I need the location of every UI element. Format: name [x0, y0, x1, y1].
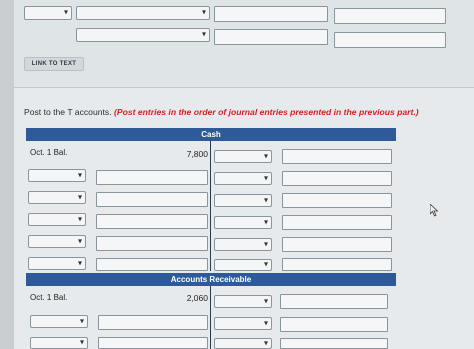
- link-to-text-button[interactable]: LINK TO TEXT: [24, 57, 84, 71]
- chevron-down-icon: ▾: [79, 337, 84, 347]
- chevron-down-icon: ▾: [263, 296, 268, 306]
- chevron-down-icon: ▾: [263, 151, 268, 161]
- credit-amount-input[interactable]: [282, 237, 392, 252]
- t-account-title: Cash: [201, 130, 221, 139]
- credit-select[interactable]: ▾: [214, 150, 272, 163]
- opening-balance-label: Oct. 1 Bal.: [30, 293, 68, 302]
- debit-select[interactable]: ▾: [28, 213, 86, 226]
- debit-amount-input[interactable]: [96, 170, 208, 185]
- mouse-cursor-icon: [429, 203, 439, 220]
- chevron-down-icon: ▾: [263, 239, 268, 249]
- debit-select[interactable]: ▾: [30, 315, 88, 328]
- t-account-header-accounts-receivable: Accounts Receivable: [26, 273, 396, 286]
- top-select-1[interactable]: ▾: [24, 6, 72, 20]
- chevron-down-icon: ▾: [263, 338, 268, 348]
- credit-amount-input[interactable]: [282, 193, 392, 208]
- top-select-3[interactable]: ▾: [76, 28, 210, 42]
- chevron-down-icon: ▾: [77, 214, 82, 224]
- top-input-3[interactable]: [214, 29, 328, 45]
- opening-balance-label: Oct. 1 Bal.: [30, 148, 68, 157]
- credit-select[interactable]: ▾: [214, 338, 272, 349]
- debit-amount-input[interactable]: [96, 192, 208, 207]
- debit-amount-input[interactable]: [96, 258, 208, 271]
- opening-balance-amount: 7,800: [186, 149, 208, 159]
- t-account-divider: [210, 286, 211, 349]
- credit-select[interactable]: ▾: [214, 216, 272, 229]
- chevron-down-icon: ▾: [77, 236, 82, 246]
- credit-select[interactable]: ▾: [214, 194, 272, 207]
- debit-select[interactable]: ▾: [28, 169, 86, 182]
- debit-select[interactable]: ▾: [30, 337, 88, 349]
- chevron-down-icon: ▾: [263, 318, 268, 328]
- top-select-2[interactable]: ▾: [76, 6, 210, 20]
- credit-amount-input[interactable]: [280, 294, 388, 309]
- debit-amount-input[interactable]: [98, 337, 208, 349]
- t-account-divider: [210, 141, 211, 271]
- credit-amount-input[interactable]: [282, 149, 392, 164]
- chevron-down-icon: ▾: [77, 258, 82, 268]
- credit-select[interactable]: ▾: [214, 238, 272, 251]
- chevron-down-icon: ▾: [263, 259, 268, 269]
- debit-select[interactable]: ▾: [28, 257, 86, 270]
- chevron-down-icon: ▾: [77, 170, 82, 180]
- credit-select[interactable]: ▾: [214, 295, 272, 308]
- credit-amount-input[interactable]: [282, 258, 392, 271]
- credit-amount-input[interactable]: [282, 171, 392, 186]
- debit-select[interactable]: ▾: [28, 235, 86, 248]
- debit-amount-input[interactable]: [96, 236, 208, 251]
- credit-amount-input[interactable]: [280, 338, 388, 349]
- chevron-down-icon: ▾: [263, 173, 268, 183]
- credit-amount-input[interactable]: [280, 317, 388, 332]
- chevron-down-icon: ▾: [63, 7, 68, 17]
- instructions-prefix: Post to the T accounts.: [24, 107, 112, 117]
- instructions-text: Post to the T accounts. (Post entries in…: [24, 107, 474, 123]
- chevron-down-icon: ▾: [201, 29, 206, 39]
- chevron-down-icon: ▾: [263, 217, 268, 227]
- chevron-down-icon: ▾: [79, 316, 84, 326]
- t-account-header-cash: Cash: [26, 128, 396, 141]
- top-input-2[interactable]: [334, 8, 446, 24]
- top-input-1[interactable]: [214, 6, 328, 22]
- top-input-4[interactable]: [334, 32, 446, 48]
- debit-amount-input[interactable]: [96, 214, 208, 229]
- debit-amount-input[interactable]: [98, 315, 208, 330]
- debit-select[interactable]: ▾: [28, 191, 86, 204]
- chevron-down-icon: ▾: [201, 7, 206, 17]
- t-account-title: Accounts Receivable: [170, 275, 252, 284]
- opening-balance-amount: 2,060: [186, 293, 208, 303]
- chevron-down-icon: ▾: [77, 192, 82, 202]
- credit-select[interactable]: ▾: [214, 172, 272, 185]
- credit-select[interactable]: ▾: [214, 259, 272, 271]
- credit-select[interactable]: ▾: [214, 317, 272, 330]
- instructions-highlight: (Post entries in the order of journal en…: [113, 107, 419, 117]
- credit-amount-input[interactable]: [282, 215, 392, 230]
- chevron-down-icon: ▾: [263, 195, 268, 205]
